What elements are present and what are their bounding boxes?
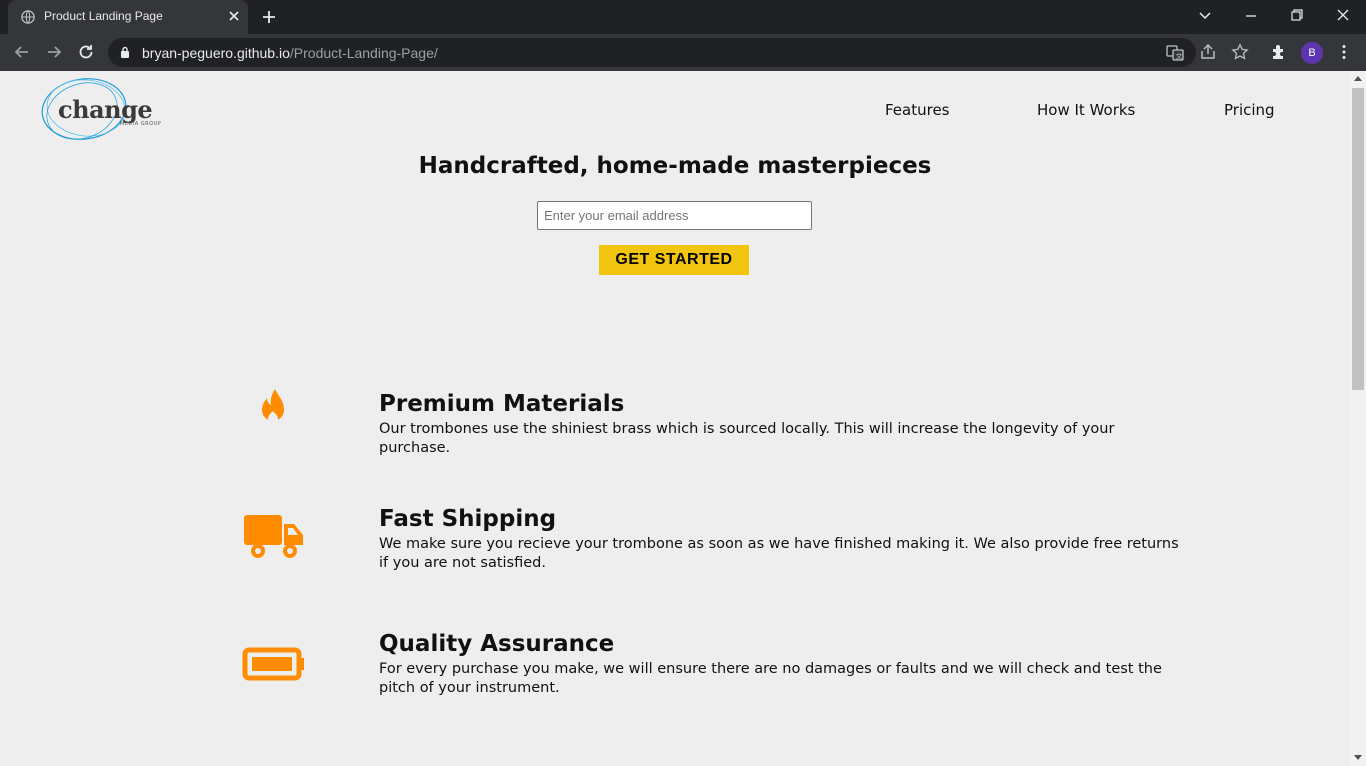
tab-search-button[interactable] bbox=[1182, 0, 1228, 30]
logo-subtitle: MEDIA GROUP bbox=[120, 121, 162, 127]
feature-description: We make sure you recieve your trombone a… bbox=[379, 536, 1179, 571]
battery-icon bbox=[242, 647, 304, 681]
more-menu-icon[interactable] bbox=[1335, 43, 1353, 61]
feature-title: Quality Assurance bbox=[379, 631, 615, 657]
url-path: /Product-Landing-Page/ bbox=[289, 45, 438, 61]
translate-icon[interactable]: 文 bbox=[1166, 44, 1184, 62]
restore-button[interactable] bbox=[1274, 0, 1320, 30]
nav-link-features[interactable]: Features bbox=[885, 101, 950, 119]
vertical-scrollbar[interactable] bbox=[1350, 71, 1366, 766]
new-tab-icon[interactable] bbox=[260, 8, 278, 26]
url-text: bryan-peguero.github.io/Product-Landing-… bbox=[142, 45, 438, 61]
logo-wordmark: change bbox=[58, 95, 153, 124]
forward-arrow-icon[interactable] bbox=[44, 42, 64, 62]
close-icon bbox=[1337, 9, 1349, 21]
feature-title: Fast Shipping bbox=[379, 506, 557, 532]
feature-description: For every purchase you make, we will ens… bbox=[379, 661, 1162, 696]
page-content: change MEDIA GROUP Features How It Works… bbox=[0, 71, 1350, 766]
logo[interactable]: change MEDIA GROUP bbox=[40, 75, 190, 143]
browser-tab-bar: Product Landing Page bbox=[0, 0, 1366, 34]
share-icon[interactable] bbox=[1199, 43, 1217, 61]
back-arrow-icon[interactable] bbox=[12, 42, 32, 62]
svg-text:文: 文 bbox=[1176, 52, 1183, 61]
extensions-icon[interactable] bbox=[1270, 43, 1288, 61]
lock-icon[interactable] bbox=[120, 46, 130, 59]
chevron-down-icon bbox=[1199, 12, 1211, 20]
scrollbar-thumb[interactable] bbox=[1352, 88, 1364, 390]
close-icon[interactable] bbox=[226, 8, 242, 24]
minimize-icon bbox=[1246, 15, 1256, 17]
url-host: bryan-peguero.github.io bbox=[142, 45, 290, 61]
restore-icon bbox=[1291, 9, 1303, 21]
feature-title: Premium Materials bbox=[379, 391, 625, 417]
nav-link-how-it-works[interactable]: How It Works bbox=[1037, 101, 1135, 119]
email-input[interactable] bbox=[537, 201, 812, 230]
nav-link-pricing[interactable]: Pricing bbox=[1224, 101, 1275, 119]
scroll-up-arrow-icon[interactable] bbox=[1354, 76, 1362, 81]
truck-icon bbox=[244, 515, 303, 558]
get-started-button[interactable]: GET STARTED bbox=[599, 245, 749, 275]
address-bar[interactable]: bryan-peguero.github.io/Product-Landing-… bbox=[108, 38, 1196, 67]
hero-title: Handcrafted, home-made masterpieces bbox=[418, 153, 932, 179]
close-window-button[interactable] bbox=[1320, 0, 1366, 30]
browser-toolbar: bryan-peguero.github.io/Product-Landing-… bbox=[0, 34, 1366, 71]
tab-title: Product Landing Page bbox=[44, 9, 163, 23]
globe-icon bbox=[21, 10, 35, 24]
fire-icon bbox=[262, 389, 284, 424]
star-icon[interactable] bbox=[1231, 43, 1249, 61]
minimize-button[interactable] bbox=[1228, 0, 1274, 30]
browser-tab[interactable]: Product Landing Page bbox=[8, 0, 248, 34]
profile-avatar[interactable]: B bbox=[1301, 42, 1323, 64]
feature-description: Our trombones use the shiniest brass whi… bbox=[379, 421, 1115, 456]
scroll-down-arrow-icon[interactable] bbox=[1354, 755, 1362, 760]
reload-icon[interactable] bbox=[76, 42, 96, 62]
